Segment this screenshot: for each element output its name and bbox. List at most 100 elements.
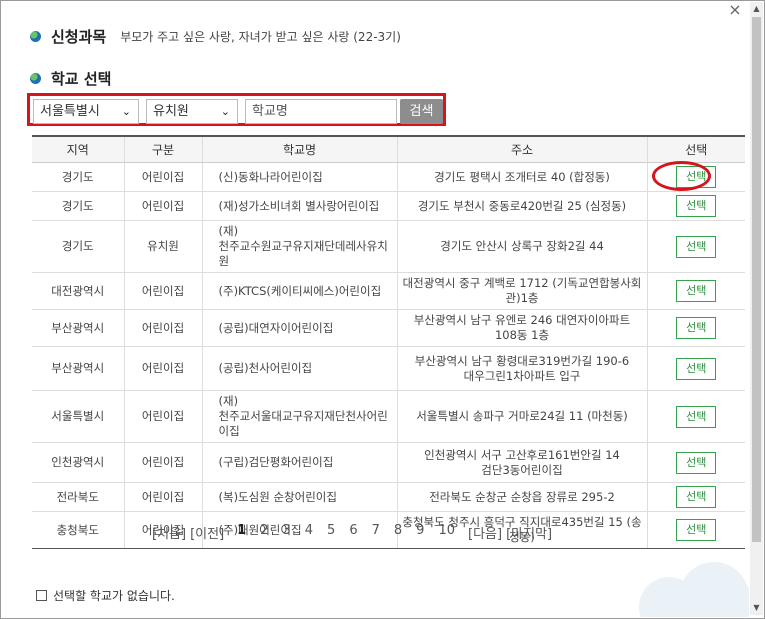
select-school-button[interactable]: 선택	[676, 519, 717, 541]
cell-type: 어린이집	[123, 442, 202, 483]
table-row: 경기도 어린이집 (재)성가소비녀회 별사랑어린이집 경기도 부천시 중동로420번길…	[32, 191, 745, 221]
cell-school-name-text: (신)동화나라어린이집	[218, 169, 323, 184]
vertical-scrollbar[interactable]: ▲ ▼	[750, 2, 763, 615]
page-number-link[interactable]: 1	[237, 523, 246, 538]
cell-address: 부산광역시 남구 유엔로 246 대연자이아파트 108동 1층	[396, 309, 647, 347]
table-row: 부산광역시 어린이집 (공립)대연자이어린이집 부산광역시 남구 유엔로 246 대연…	[32, 309, 745, 347]
no-school-option[interactable]: 선택할 학교가 없습니다.	[36, 587, 175, 604]
type-select[interactable]: 유치원 ⌄	[146, 99, 238, 124]
page-next-link[interactable]: [다음]	[468, 523, 502, 542]
chevron-down-icon: ⌄	[121, 105, 131, 118]
cell-region-text: 부산광역시	[51, 361, 105, 375]
page-last-link[interactable]: [마지막]	[506, 523, 552, 542]
cell-school-name-text: (복)도심원 순창어린이집	[218, 489, 337, 504]
cell-address-text: 부산광역시 남구 유엔로 246 대연자이아파트 108동 1층	[413, 313, 631, 342]
cell-region: 충청북도	[32, 511, 124, 549]
globe-icon	[30, 31, 41, 42]
cell-type-text: 어린이집	[141, 198, 185, 213]
cell-address-text: 서울특별시 송파구 거마로24길 11 (마천동)	[416, 409, 628, 423]
page-number-link[interactable]: 6	[349, 523, 357, 538]
cell-school-name: (구립)검단평화어린이집	[201, 442, 397, 483]
cell-school-name-text: (구립)검단평화어린이집	[218, 455, 334, 469]
select-school-button[interactable]: 선택	[676, 405, 717, 428]
cell-type: 어린이집	[123, 272, 202, 310]
search-bar-highlight: 서울특별시 ⌄ 유치원 ⌄ 검색	[27, 93, 446, 126]
cell-type-text: 어린이집	[141, 169, 185, 184]
select-school-button[interactable]: 선택	[676, 235, 717, 258]
cell-address-text: 인천광역시 서구 고산후로161번안길 14 검단3동어린이집	[424, 447, 620, 477]
cell-address-text: 대전광역시 중구 계백로 1712 (기독교연합봉사회관)1층	[402, 276, 642, 305]
cell-region: 대전광역시	[32, 272, 124, 310]
cell-select: 선택	[646, 511, 745, 549]
scroll-thumb[interactable]	[752, 17, 761, 542]
cell-region: 부산광역시	[32, 309, 124, 347]
page-prev-link[interactable]: [이전]	[190, 523, 224, 542]
page-number-link[interactable]: 10	[438, 523, 455, 538]
region-select[interactable]: 서울특별시 ⌄	[33, 99, 139, 124]
cell-school-name: (공립)대연자이어린이집	[201, 309, 397, 347]
cell-type-text: 어린이집	[141, 489, 185, 504]
cell-school-name-text: (공립)천사어린이집	[218, 361, 313, 375]
cell-school-name: (재) 천주교서울대교구유지재단천사어린이집	[201, 390, 397, 443]
page-number-link[interactable]: 3	[282, 523, 290, 538]
cell-type-text: 유치원	[147, 239, 179, 253]
table-header-row: 지역 구분 학교명 주소 선택	[32, 135, 745, 163]
cell-school-name: (재) 천주교수원교구유지재단데레사유치원	[201, 220, 397, 273]
col-header-name: 학교명	[201, 135, 397, 163]
page-number-link[interactable]: 5	[327, 523, 335, 538]
close-icon[interactable]: ×	[728, 2, 742, 18]
page-number-link[interactable]: 7	[372, 523, 380, 538]
cell-select: 선택	[646, 272, 745, 310]
school-name-input[interactable]	[245, 99, 397, 124]
col-header-address: 주소	[396, 135, 647, 163]
cell-type-text: 어린이집	[141, 320, 185, 335]
section-school-select: 학교 선택	[30, 68, 111, 89]
table-row: 전라북도 어린이집 (복)도심원 순창어린이집 전라북도 순창군 순창읍 장류로 29…	[32, 482, 745, 512]
cell-type: 어린이집	[123, 309, 202, 347]
cell-region-text: 인천광역시	[51, 455, 105, 469]
table-row: 부산광역시 어린이집 (공립)천사어린이집 부산광역시 남구 황령대로319번가길 1…	[32, 346, 745, 391]
cell-school-name: (복)도심원 순창어린이집	[201, 482, 397, 512]
search-button[interactable]: 검색	[400, 99, 443, 124]
cell-select: 선택	[646, 309, 745, 347]
select-school-button[interactable]: 선택	[676, 195, 717, 217]
cell-school-name: (공립)천사어린이집	[201, 346, 397, 391]
page-number-link[interactable]: 8	[394, 523, 402, 538]
select-button-highlight	[652, 161, 711, 191]
select-school-button[interactable]: 선택	[676, 451, 717, 474]
col-header-select: 선택	[646, 135, 745, 163]
select-school-button[interactable]: 선택	[676, 357, 717, 380]
course-description: 부모가 주고 싶은 사랑, 자녀가 받고 싶은 사랑 (22-3기)	[120, 30, 401, 44]
no-school-checkbox[interactable]	[36, 590, 47, 601]
scroll-up-icon[interactable]: ▲	[750, 2, 763, 16]
cell-region-text: 서울특별시	[51, 409, 105, 423]
page-number-link[interactable]: 4	[305, 523, 313, 538]
cell-type-text: 어린이집	[141, 283, 185, 298]
region-select-value: 서울특별시	[40, 104, 100, 119]
page-first-link[interactable]: [처음]	[152, 523, 186, 542]
cell-region: 서울특별시	[32, 390, 124, 443]
select-school-button[interactable]: 선택	[676, 486, 717, 508]
globe-icon	[30, 73, 41, 84]
page-number-link[interactable]: 2	[260, 523, 268, 538]
scroll-down-icon[interactable]: ▼	[750, 601, 763, 615]
section-apply-subject: 신청과목 부모가 주고 싶은 사랑, 자녀가 받고 싶은 사랑 (22-3기)	[30, 26, 401, 47]
table-row: 서울특별시 어린이집 (재) 천주교서울대교구유지재단천사어린이집 서울특별시 송파구…	[32, 390, 745, 443]
cell-region: 인천광역시	[32, 442, 124, 483]
cell-school-name: (재)성가소비녀회 별사랑어린이집	[201, 191, 397, 221]
cell-region: 경기도	[32, 220, 124, 273]
select-school-button[interactable]: 선택	[676, 280, 717, 302]
type-select-value: 유치원	[153, 104, 189, 119]
page-number-link[interactable]: 9	[416, 523, 424, 538]
cell-school-name-text: (주)KTCS(케이티씨에스)어린이집	[218, 283, 382, 298]
cell-school-name-text: (공립)대연자이어린이집	[218, 320, 334, 335]
cell-type-text: 어린이집	[141, 455, 185, 469]
table-row: 대전광역시 어린이집 (주)KTCS(케이티씨에스)어린이집 대전광역시 중구 계백로…	[32, 272, 745, 310]
section-title: 학교 선택	[51, 70, 112, 88]
cell-region-text: 경기도	[61, 169, 94, 184]
cell-school-name-text: (재) 천주교수원교구유지재단데레사유치원	[218, 224, 388, 268]
select-school-button[interactable]: 선택	[676, 317, 717, 339]
cell-address: 대전광역시 중구 계백로 1712 (기독교연합봉사회관)1층	[396, 272, 647, 310]
cell-region-text: 전라북도	[56, 489, 99, 504]
no-school-label: 선택할 학교가 없습니다.	[53, 589, 175, 603]
